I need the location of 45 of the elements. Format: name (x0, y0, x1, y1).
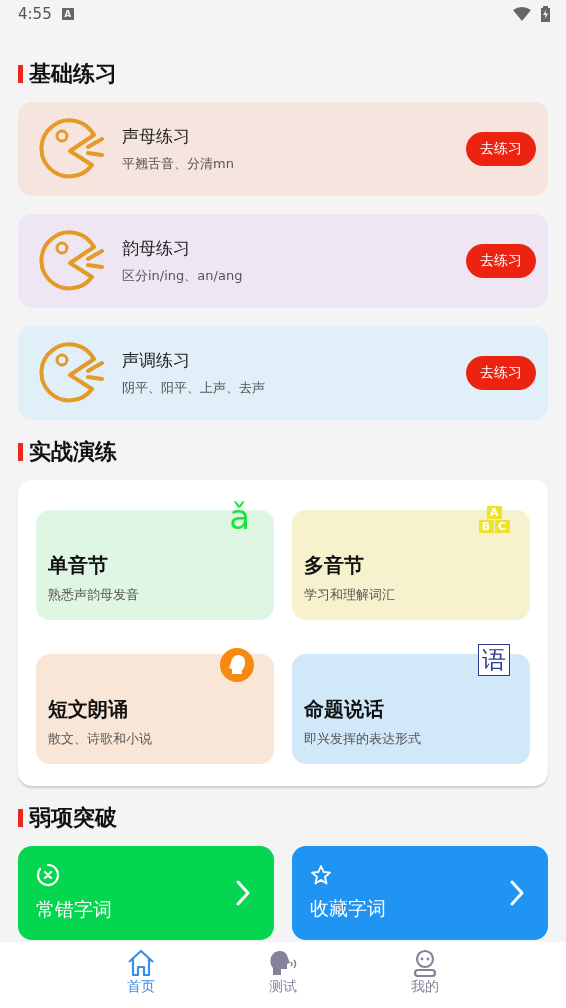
battery-icon (541, 6, 550, 22)
section-marker (18, 443, 23, 461)
practice-card[interactable]: 韵母练习 区分in/ing、an/ang 去练习 (18, 214, 548, 308)
tile-subtitle: 即兴发挥的表达形式 (304, 730, 422, 748)
cross-circle-icon (36, 863, 60, 887)
tile-subtitle: 熟悉声韵母发音 (48, 586, 140, 604)
tile-title: 多音节 (304, 552, 365, 578)
notification-icon: A (61, 8, 74, 20)
card-subtitle: 区分in/ing、an/ang (122, 267, 244, 285)
nav-tab[interactable]: 我的 (394, 942, 456, 1008)
nav-tab[interactable]: 首页 (110, 942, 172, 1008)
section-marker (18, 809, 23, 827)
section-title: 弱项突破 (29, 804, 117, 832)
status-time: 4:55 (18, 5, 52, 23)
practice-button[interactable]: 去练习 (466, 132, 536, 166)
speaking-head-icon (220, 648, 254, 682)
star-icon (310, 864, 332, 886)
chevron-right-icon (236, 880, 250, 906)
nav-tab[interactable]: 测试 (252, 942, 314, 1008)
tile-title: 命题说话 (304, 696, 385, 722)
tile-title: 短文朗诵 (48, 696, 129, 722)
character-icon: 语 (478, 644, 510, 676)
section-marker (18, 65, 23, 83)
chevron-right-icon (510, 880, 524, 906)
card-subtitle: 平翘舌音、分清mn (122, 155, 235, 173)
section-title: 实战演练 (29, 438, 117, 466)
card-title: 声母练习 (122, 125, 191, 147)
section-title: 基础练习 (29, 60, 117, 88)
home-icon (126, 949, 156, 977)
tile-title: 单音节 (48, 552, 109, 578)
practice-card[interactable]: 声母练习 平翘舌音、分清mn 去练习 (18, 102, 548, 196)
tile-subtitle: 散文、诗歌和小说 (48, 730, 153, 748)
card-title: 韵母练习 (122, 237, 191, 259)
speaking-head-icon (268, 949, 298, 977)
word-list-card[interactable]: 收藏字词 (292, 846, 548, 940)
card-subtitle: 阴平、阳平、上声、去声 (122, 379, 266, 397)
card-title: 常错字词 (36, 897, 112, 922)
practice-button[interactable]: 去练习 (466, 356, 536, 390)
practice-button[interactable]: 去练习 (466, 244, 536, 278)
practice-card[interactable]: 声调练习 阴平、阳平、上声、去声 去练习 (18, 326, 548, 420)
wifi-icon (513, 7, 531, 21)
card-title: 声调练习 (122, 349, 191, 371)
card-title: 收藏字词 (310, 896, 386, 921)
practice-tile[interactable]: 短文朗诵 散文、诗歌和小说 (36, 654, 274, 764)
tile-subtitle: 学习和理解词汇 (304, 586, 396, 604)
